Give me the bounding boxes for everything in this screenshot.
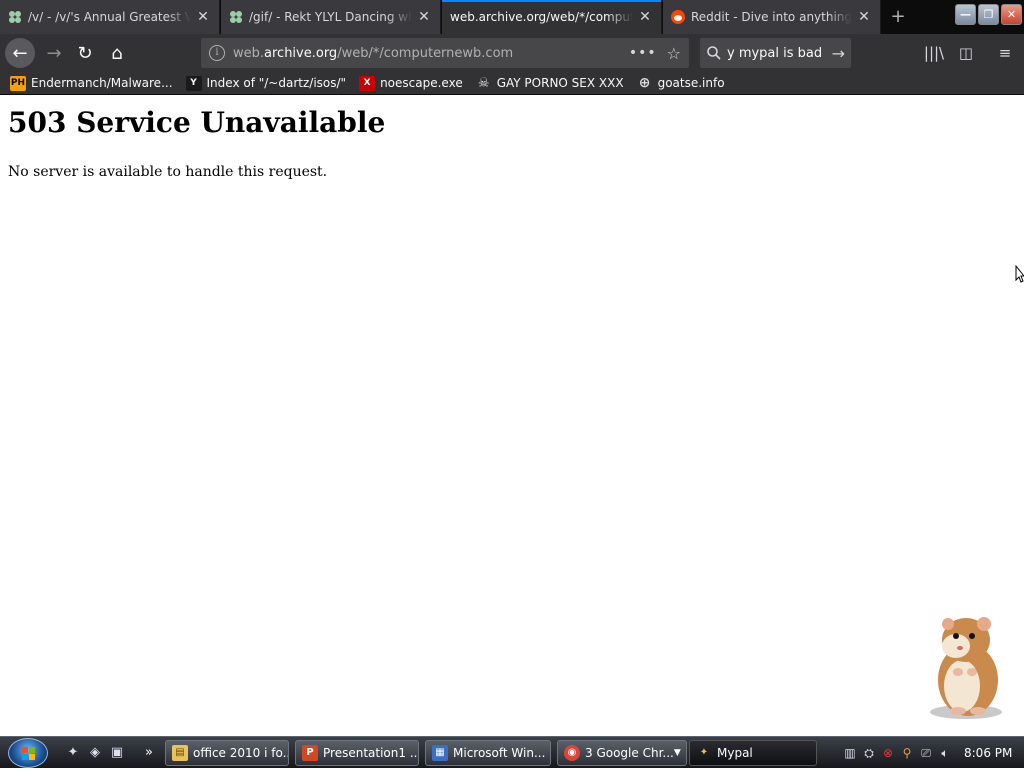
- bookmark-label: goatse.info: [657, 76, 725, 90]
- tab-title: web.archive.org/web/*/computerne: [450, 10, 633, 24]
- tab-gif-rekt[interactable]: /gif/ - Rekt YLYL Dancing whi ✕: [221, 0, 441, 34]
- library-icon[interactable]: |||\: [922, 41, 946, 65]
- tab-web-archive[interactable]: web.archive.org/web/*/computerne ✕: [442, 0, 662, 34]
- error-heading: 503 Service Unavailable: [8, 106, 386, 139]
- address-bar[interactable]: i web.archive.org/web/*/computernewb.com…: [201, 38, 689, 68]
- page-content: 503 Service Unavailable No server is ava…: [0, 96, 1024, 736]
- bookmark-item[interactable]: X noescape.exe: [359, 75, 463, 91]
- forward-button[interactable]: →: [40, 39, 68, 67]
- back-button[interactable]: ←: [5, 38, 35, 68]
- tab-strip: /v/ - /v/'s Annual Greatest Vide ✕ /gif/…: [0, 0, 1024, 34]
- reload-button[interactable]: ↻: [71, 39, 99, 67]
- bookmark-label: Endermanch/Malware...: [31, 76, 173, 90]
- site-info-icon[interactable]: i: [209, 45, 225, 61]
- folder-icon: ▤: [172, 745, 188, 761]
- search-go-icon[interactable]: →: [832, 44, 845, 63]
- close-tab-icon[interactable]: ✕: [856, 9, 872, 25]
- pornhub-icon: PH: [10, 75, 26, 91]
- ie-quicklaunch-icon[interactable]: ◈: [86, 745, 104, 761]
- reddit-icon: [671, 10, 685, 24]
- url-text[interactable]: web.archive.org/web/*/computernewb.com: [233, 46, 619, 61]
- taskbar-item-mypal[interactable]: ✦ Mypal: [689, 740, 817, 766]
- taskbar-item-chrome-group[interactable]: ◉ 3 Google Chr... ▼: [557, 740, 687, 766]
- tray-app-icon[interactable]: ▥: [842, 745, 858, 761]
- globe-icon: ⊕: [638, 75, 651, 91]
- show-desktop-icon[interactable]: ▣: [108, 745, 126, 761]
- bookmark-label: GAY PORNO SEX XXX: [496, 76, 624, 90]
- quicklaunch-overflow-icon[interactable]: »: [140, 745, 158, 761]
- taskbar-item-microsoft-windows[interactable]: ▦ Microsoft Win...: [425, 740, 551, 766]
- powerpoint-icon: P: [302, 745, 318, 761]
- menu-icon[interactable]: ≡: [993, 41, 1017, 65]
- page-actions-icon[interactable]: •••: [629, 45, 657, 61]
- close-tab-icon[interactable]: ✕: [416, 9, 432, 25]
- bookmark-item[interactable]: ⊕ goatse.info: [637, 75, 725, 91]
- taskbar-clock[interactable]: 8:06 PM: [964, 746, 1012, 760]
- search-icon: [707, 46, 721, 60]
- close-tab-icon[interactable]: ✕: [195, 9, 211, 25]
- red-x-icon: X: [359, 75, 376, 91]
- windows-icon: ▦: [432, 745, 448, 761]
- bookmarks-toolbar: PH Endermanch/Malware... Y Index of "/~d…: [0, 72, 1024, 95]
- sidebar-icon[interactable]: ◫: [954, 41, 978, 65]
- taskbar-item-label: 3 Google Chr...: [585, 746, 674, 760]
- bookmark-label: Index of "/~dartz/isos/": [206, 76, 347, 90]
- chevron-down-icon: ▼: [673, 748, 681, 758]
- restore-button[interactable]: ❐: [978, 4, 999, 25]
- taskbar-item-powerpoint[interactable]: P Presentation1 ...: [295, 740, 419, 766]
- bookmark-item[interactable]: ☠ GAY PORNO SEX XXX: [476, 76, 624, 91]
- mouse-cursor-icon: [1015, 265, 1024, 283]
- taskbar-item-label: Mypal: [717, 746, 753, 760]
- windows-taskbar: ✦ ◈ ▣ » ▤ office 2010 i fo... P Presenta…: [0, 736, 1024, 768]
- tab-reddit[interactable]: Reddit - Dive into anything ✕: [663, 0, 881, 34]
- search-box[interactable]: y mypal is bad →: [700, 38, 851, 68]
- navigation-toolbar: ← → ↻ ⌂ i web.archive.org/web/*/computer…: [0, 34, 1024, 72]
- tab-title: Reddit - Dive into anything: [691, 10, 852, 24]
- bookmark-label: noescape.exe: [380, 76, 463, 90]
- close-tab-icon[interactable]: ✕: [637, 9, 653, 25]
- taskbar-item-folder[interactable]: ▤ office 2010 i fo...: [165, 740, 289, 766]
- close-window-button[interactable]: ✕: [1001, 4, 1022, 25]
- tab-v-annual[interactable]: /v/ - /v/'s Annual Greatest Vide ✕: [0, 0, 220, 34]
- mypal-icon: ✦: [699, 747, 709, 758]
- bookmark-star-icon[interactable]: ☆: [667, 44, 681, 63]
- bookmark-item[interactable]: Y Index of "/~dartz/isos/": [185, 75, 347, 91]
- error-message: No server is available to handle this re…: [8, 164, 328, 180]
- tray-error-icon[interactable]: ⊗: [880, 745, 896, 761]
- bookmark-item[interactable]: PH Endermanch/Malware...: [10, 75, 173, 91]
- taskbar-item-label: office 2010 i fo...: [193, 746, 289, 760]
- mypal-quicklaunch-icon[interactable]: ✦: [64, 745, 82, 761]
- 4chan-clover-icon: [8, 10, 22, 24]
- tab-title: /gif/ - Rekt YLYL Dancing whi: [249, 10, 412, 24]
- chrome-icon: ◉: [564, 745, 580, 761]
- tray-display-icon[interactable]: ⎚: [918, 745, 934, 761]
- volume-icon[interactable]: 🔈︎: [937, 745, 953, 761]
- search-input[interactable]: y mypal is bad: [727, 46, 828, 61]
- skull-icon: ☠: [477, 75, 490, 91]
- ycombinator-icon: Y: [185, 75, 202, 91]
- home-button[interactable]: ⌂: [103, 39, 131, 67]
- new-tab-button[interactable]: +: [886, 6, 910, 28]
- taskbar-item-label: Presentation1 ...: [323, 746, 419, 760]
- window-controls: — ❐ ✕: [955, 4, 1022, 25]
- taskbar-item-label: Microsoft Win...: [453, 746, 546, 760]
- tab-title: /v/ - /v/'s Annual Greatest Vide: [28, 10, 191, 24]
- tray-search-icon[interactable]: ⚲: [899, 745, 915, 761]
- start-button[interactable]: [8, 738, 48, 768]
- system-tray: ▥ ⛭ ⊗ ⚲ ⎚ 🔈︎ 8:06 PM: [838, 740, 1024, 766]
- minimize-button[interactable]: —: [955, 4, 976, 25]
- hamster-mascot-icon: [930, 617, 1002, 719]
- windows-logo-icon: [22, 747, 35, 760]
- tray-network-icon[interactable]: ⛭: [861, 745, 877, 761]
- 4chan-clover-icon: [229, 10, 243, 24]
